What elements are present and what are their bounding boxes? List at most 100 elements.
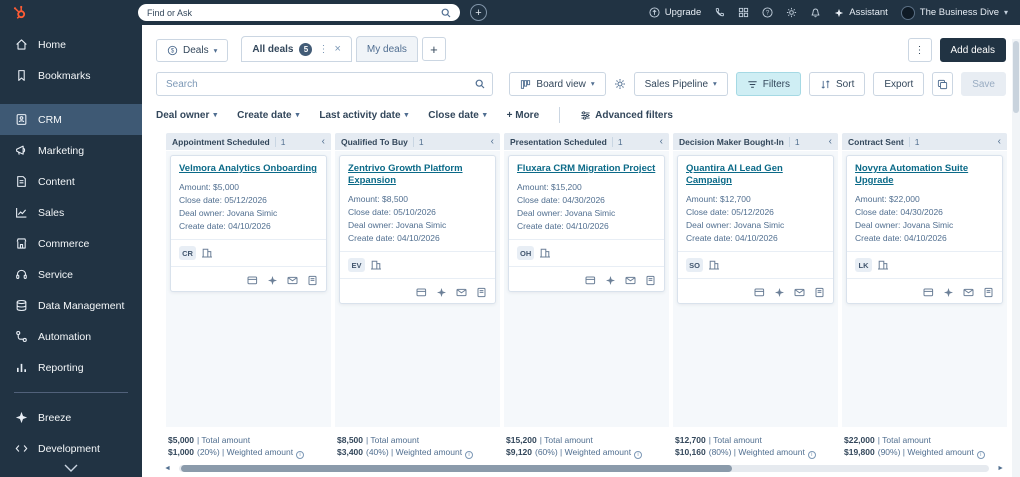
sidebar-item-reporting[interactable]: Reporting: [0, 352, 142, 383]
preview-icon[interactable]: [247, 275, 258, 286]
email-icon[interactable]: [794, 287, 805, 298]
info-icon[interactable]: i: [807, 451, 816, 459]
company-icon[interactable]: [539, 247, 551, 259]
email-icon[interactable]: [625, 275, 636, 286]
sort-button[interactable]: Sort: [809, 72, 866, 96]
marketplace-icon[interactable]: [738, 7, 749, 18]
sidebar-item-data-management[interactable]: Data Management: [0, 290, 142, 321]
company-icon[interactable]: [201, 247, 213, 259]
info-icon[interactable]: i: [296, 451, 305, 459]
preview-icon[interactable]: [923, 287, 934, 298]
collapse-column-icon[interactable]: ‹: [491, 136, 494, 147]
company-icon[interactable]: [370, 259, 382, 271]
contact-avatar[interactable]: OH: [517, 246, 535, 260]
add-deals-button[interactable]: Add deals: [939, 38, 1006, 62]
deal-title-link[interactable]: Fluxara CRM Migration Project: [517, 163, 656, 175]
note-icon[interactable]: [476, 287, 487, 298]
sidebar-collapse-chevron-icon[interactable]: [0, 464, 142, 472]
info-icon[interactable]: i: [634, 451, 643, 459]
scrollbar-track[interactable]: [178, 465, 990, 472]
scroll-right-icon[interactable]: ►: [997, 465, 1004, 472]
deal-card[interactable]: Novyra Automation Suite Upgrade Amount: …: [846, 155, 1003, 304]
deal-title-link[interactable]: Velmora Analytics Onboarding: [179, 163, 318, 175]
collapse-column-icon[interactable]: ‹: [660, 136, 663, 147]
deal-title-link[interactable]: Zentrivo Growth Platform Expansion: [348, 163, 487, 187]
email-icon[interactable]: [963, 287, 974, 298]
tab-options-icon[interactable]: ⋮: [318, 44, 328, 55]
note-icon[interactable]: [645, 275, 656, 286]
filters-button[interactable]: Filters: [735, 72, 802, 96]
advanced-filters-button[interactable]: Advanced filters: [580, 110, 673, 121]
note-icon[interactable]: [307, 275, 318, 286]
add-view-button[interactable]: +: [421, 37, 446, 61]
sidebar-item-service[interactable]: Service: [0, 259, 142, 290]
email-icon[interactable]: [456, 287, 467, 298]
deal-card[interactable]: Quantira AI Lead Gen Campaign Amount: $1…: [677, 155, 834, 304]
help-icon[interactable]: ?: [762, 7, 773, 18]
filter-deal-owner[interactable]: Deal owner ▾: [156, 110, 217, 121]
deal-search-input[interactable]: [156, 72, 494, 96]
save-view-button[interactable]: Save: [961, 72, 1006, 96]
hubspot-logo-icon[interactable]: [12, 5, 28, 21]
filter-last-activity-date[interactable]: Last activity date ▾: [319, 110, 408, 121]
email-icon[interactable]: [287, 275, 298, 286]
board-view-button[interactable]: Board view ▾: [509, 72, 606, 96]
preview-icon[interactable]: [585, 275, 596, 286]
scroll-left-icon[interactable]: ◄: [164, 465, 171, 472]
ai-sparkle-icon[interactable]: [774, 287, 785, 298]
sidebar-item-sales[interactable]: Sales: [0, 197, 142, 228]
filter-create-date[interactable]: Create date ▾: [237, 110, 299, 121]
assistant-button[interactable]: Assistant: [834, 7, 888, 18]
info-icon[interactable]: i: [465, 451, 474, 459]
sidebar-item-marketing[interactable]: Marketing: [0, 135, 142, 166]
filter-close-date[interactable]: Close date ▾: [428, 110, 486, 121]
object-switcher-button[interactable]: $ Deals ▾: [156, 39, 229, 62]
note-icon[interactable]: [814, 287, 825, 298]
account-menu[interactable]: The Business Dive ▾: [900, 5, 1008, 20]
contact-avatar[interactable]: SO: [686, 258, 703, 272]
clone-view-button[interactable]: [932, 72, 954, 96]
upgrade-button[interactable]: Upgrade: [649, 7, 701, 18]
quick-create-button[interactable]: +: [470, 4, 487, 21]
preview-icon[interactable]: [754, 287, 765, 298]
ai-sparkle-icon[interactable]: [436, 287, 447, 298]
collapse-column-icon[interactable]: ‹: [998, 136, 1001, 147]
deal-title-link[interactable]: Novyra Automation Suite Upgrade: [855, 163, 994, 187]
contact-avatar[interactable]: CR: [179, 246, 196, 260]
sidebar-item-breeze[interactable]: Breeze: [0, 402, 142, 433]
collapse-column-icon[interactable]: ‹: [322, 136, 325, 147]
preview-icon[interactable]: [416, 287, 427, 298]
scrollbar-thumb[interactable]: [180, 465, 732, 472]
deal-card[interactable]: Fluxara CRM Migration Project Amount: $1…: [508, 155, 665, 292]
global-search[interactable]: Find or Ask: [138, 4, 460, 21]
deal-card[interactable]: Velmora Analytics Onboarding Amount: $5,…: [170, 155, 327, 292]
filter-more-button[interactable]: + More: [507, 110, 540, 121]
sidebar-item-automation[interactable]: Automation: [0, 321, 142, 352]
tab-all-deals[interactable]: All deals 5 ⋮ ×: [241, 36, 352, 62]
note-icon[interactable]: [983, 287, 994, 298]
tab-my-deals[interactable]: My deals: [355, 36, 418, 62]
sidebar-item-crm[interactable]: CRM: [0, 104, 142, 135]
info-icon[interactable]: i: [976, 451, 985, 459]
sidebar-item-bookmarks[interactable]: Bookmarks: [0, 60, 142, 91]
vertical-scrollbar-thumb[interactable]: [1013, 41, 1019, 113]
ai-sparkle-icon[interactable]: [605, 275, 616, 286]
settings-icon[interactable]: [786, 7, 797, 18]
sidebar-item-development[interactable]: Development: [0, 433, 142, 464]
deal-title-link[interactable]: Quantira AI Lead Gen Campaign: [686, 163, 825, 187]
sidebar-item-commerce[interactable]: Commerce: [0, 228, 142, 259]
export-button[interactable]: Export: [873, 72, 925, 96]
page-options-kebab-button[interactable]: ⋮: [907, 38, 932, 62]
tab-close-icon[interactable]: ×: [334, 43, 340, 55]
calling-icon[interactable]: [714, 7, 725, 18]
ai-sparkle-icon[interactable]: [943, 287, 954, 298]
ai-sparkle-icon[interactable]: [267, 275, 278, 286]
board-settings-gear-icon[interactable]: [614, 78, 626, 90]
sidebar-item-content[interactable]: Content: [0, 166, 142, 197]
company-icon[interactable]: [877, 259, 889, 271]
company-icon[interactable]: [708, 259, 720, 271]
deal-card[interactable]: Zentrivo Growth Platform Expansion Amoun…: [339, 155, 496, 304]
page-vertical-scrollbar[interactable]: [1012, 39, 1020, 477]
pipeline-select-button[interactable]: Sales Pipeline ▾: [633, 72, 728, 96]
contact-avatar[interactable]: LK: [855, 258, 872, 272]
